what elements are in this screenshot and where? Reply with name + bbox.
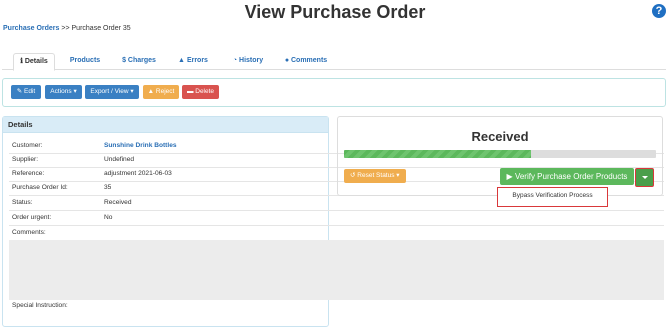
warning-icon: ▲ (147, 88, 155, 95)
details-heading: Details (3, 117, 328, 133)
tab-errors[interactable]: ▲ Errors (169, 53, 217, 69)
detail-row-order-urgent: Order urgent: No (9, 211, 664, 226)
breadcrumb: Purchase Orders >> Purchase Order 35 (3, 25, 131, 32)
verify-dropdown-toggle[interactable] (635, 168, 654, 187)
tab-charges[interactable]: $ Charges (115, 53, 163, 69)
reject-button[interactable]: ▲ Reject (143, 85, 179, 99)
bypass-verification-process-item[interactable]: Bypass Verification Process (498, 192, 607, 199)
play-icon: ▶ (506, 172, 513, 181)
status-progress-fill (344, 150, 532, 158)
tab-products[interactable]: Products (62, 53, 108, 69)
breadcrumb-current: Purchase Order 35 (71, 25, 131, 32)
pencil-icon: ✎ (16, 88, 23, 95)
detail-label: Status: (12, 199, 33, 206)
tab-comments-label: Comments (291, 57, 328, 64)
verify-dropdown-menu: Bypass Verification Process (497, 187, 608, 207)
undo-icon: ↺ (350, 172, 356, 179)
status-progress-bar (344, 150, 656, 158)
tab-bar: ℹ Details Products $ Charges ▲ Errors ◔ … (2, 53, 666, 71)
help-icon[interactable]: ? (652, 4, 666, 18)
reset-status-label: Reset Status (357, 172, 395, 179)
edit-button-label: Edit (24, 88, 36, 95)
detail-label: Purchase Order Id: (12, 184, 68, 191)
warning-icon: ▲ (178, 57, 185, 64)
tab-errors-label: Errors (186, 57, 208, 64)
customer-link[interactable]: Sunshine Drink Bottles (104, 139, 177, 153)
caret-down-icon: ▾ (130, 88, 134, 95)
tab-products-label: Products (69, 57, 101, 64)
detail-value: adjustment 2021-06-03 (104, 170, 172, 177)
detail-value: No (104, 214, 113, 221)
toolbar: ✎ Edit Actions ▾ Export / View ▾ ▲ Rejec… (2, 78, 666, 107)
reset-status-button[interactable]: ↺ Reset Status ▾ (344, 169, 406, 183)
actions-dropdown-button[interactable]: Actions ▾ (45, 85, 82, 99)
comments-box (9, 240, 664, 300)
tab-history[interactable]: ◔ History (224, 53, 272, 69)
detail-value: Undefined (104, 156, 135, 163)
info-icon: ℹ (20, 58, 23, 65)
detail-label: Supplier: (12, 156, 39, 163)
detail-row-comments: Comments: (9, 226, 664, 240)
delete-button-label: Delete (195, 88, 215, 95)
caret-down-icon (642, 176, 648, 179)
clock-icon: ◔ (232, 57, 238, 64)
tab-history-label: History (239, 57, 264, 64)
breadcrumb-purchase-orders-link[interactable]: Purchase Orders (3, 25, 59, 32)
dollar-icon: $ (122, 57, 126, 64)
verify-purchase-order-products-button[interactable]: ▶ Verify Purchase Order Products (500, 168, 634, 185)
tab-details-label: Details (24, 58, 48, 65)
trash-icon: ▬ (186, 88, 194, 95)
actions-button-label: Actions (50, 88, 72, 95)
caret-down-icon: ▾ (396, 172, 400, 179)
breadcrumb-separator: >> (61, 25, 70, 32)
verify-button-label: Verify Purchase Order Products (514, 172, 628, 181)
delete-button[interactable]: ▬ Delete (182, 85, 219, 99)
detail-value: 35 (104, 184, 112, 191)
detail-label: Comments: (12, 229, 46, 236)
detail-label: Special Instruction: (12, 302, 68, 309)
page-title: View Purchase Order (244, 2, 426, 22)
tab-details[interactable]: ℹ Details (13, 53, 55, 71)
detail-row-special-instruction: Special Instruction: (9, 299, 664, 313)
export-view-dropdown-button[interactable]: Export / View ▾ (85, 85, 139, 99)
detail-label: Customer: (12, 142, 43, 149)
status-panel: Received ↺ Reset Status ▾ ▶ Verify Purch… (337, 116, 663, 196)
status-heading: Received (471, 129, 529, 144)
caret-down-icon: ▾ (73, 88, 77, 95)
export-button-label: Export / View (90, 88, 129, 95)
edit-button[interactable]: ✎ Edit (11, 85, 41, 99)
detail-label: Order urgent: (12, 214, 52, 221)
detail-value: Received (104, 199, 132, 206)
reject-button-label: Reject (155, 88, 175, 95)
comment-icon: ● (284, 57, 290, 64)
tab-comments[interactable]: ● Comments (280, 53, 332, 69)
detail-label: Reference: (12, 170, 45, 177)
tab-charges-label: Charges (127, 57, 156, 64)
